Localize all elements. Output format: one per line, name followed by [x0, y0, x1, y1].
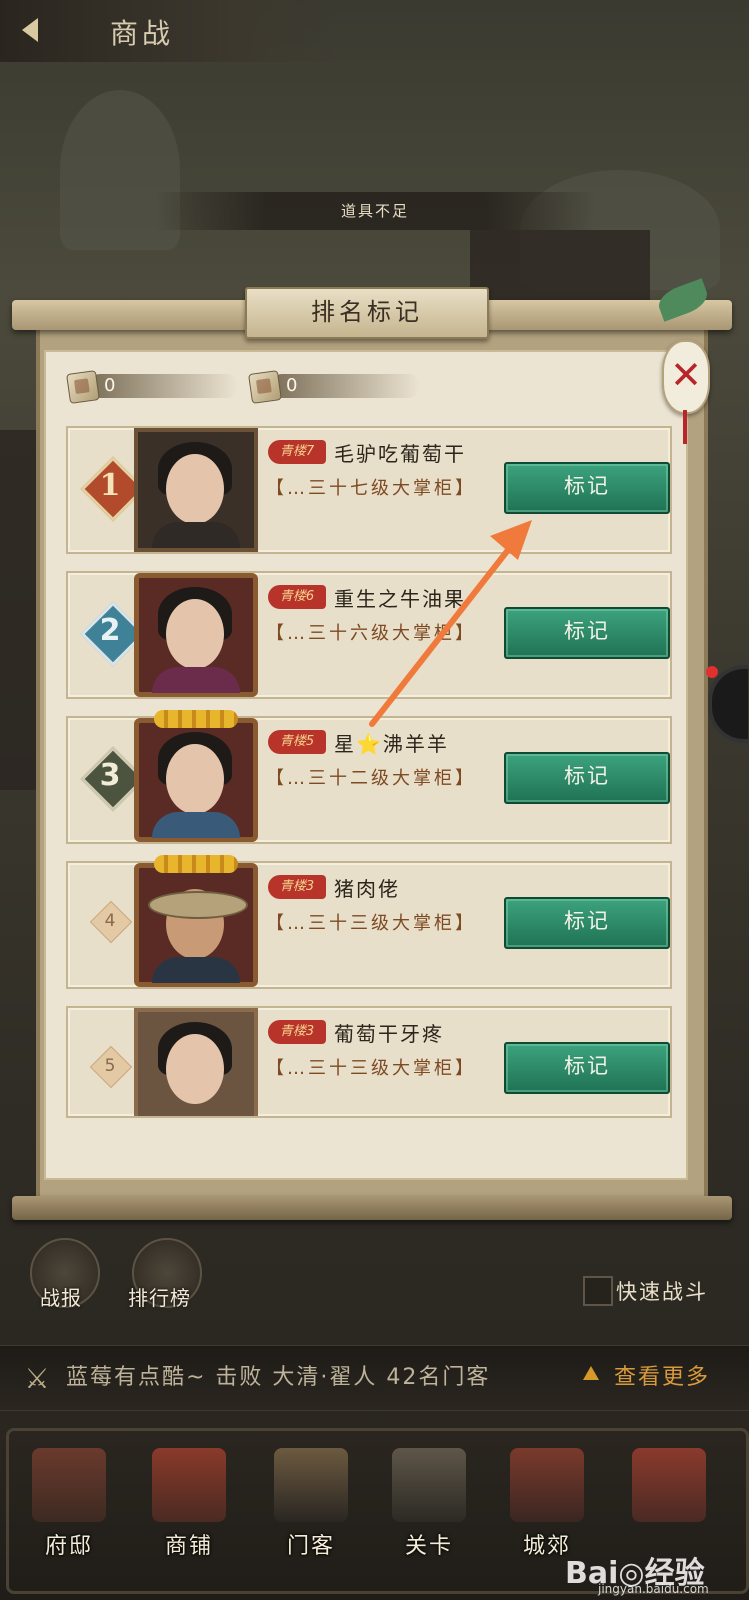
crossed-swords-icon: ⚔ — [24, 1362, 50, 1395]
view-more-link[interactable]: 查看更多 — [614, 1346, 710, 1410]
nav-label: 关卡 — [404, 1534, 453, 1559]
stage-swords-icon — [392, 1448, 466, 1522]
arrow-head — [490, 520, 532, 560]
notification-dot — [706, 666, 718, 678]
battle-report-label: 战报 — [40, 1286, 82, 1310]
nav-item-stages[interactable]: 关卡 — [374, 1438, 484, 1578]
shop-icon — [152, 1448, 226, 1522]
mansion-icon — [32, 1448, 106, 1522]
watermark-url: jingyan.baidu.com — [598, 1582, 709, 1596]
arrow-shaft — [369, 547, 511, 727]
nav-label: 门客 — [286, 1534, 335, 1559]
expand-up-icon[interactable] — [583, 1366, 599, 1380]
quick-battle-label: 快速战斗 — [616, 1280, 708, 1304]
nav-item-mansion[interactable]: 府邸 — [14, 1438, 124, 1578]
nav-label: 府邸 — [44, 1534, 93, 1559]
battle-ticker: ⚔ 蓝莓有点酷~ 击败 大清·翟人 42名门客 查看更多 — [0, 1345, 749, 1411]
leaderboard-label: 排行榜 — [128, 1286, 191, 1310]
quick-battle-checkbox[interactable] — [583, 1276, 613, 1306]
nav-label: 商铺 — [164, 1534, 213, 1559]
building-icon — [632, 1448, 706, 1522]
ticker-text: 蓝莓有点酷~ 击败 大清·翟人 42名门客 — [66, 1365, 491, 1390]
nav-item-retainers[interactable]: 门客 — [256, 1438, 366, 1578]
nav-item-shop[interactable]: 商铺 — [134, 1438, 244, 1578]
suburb-cart-icon — [510, 1448, 584, 1522]
retainer-icon — [274, 1448, 348, 1522]
